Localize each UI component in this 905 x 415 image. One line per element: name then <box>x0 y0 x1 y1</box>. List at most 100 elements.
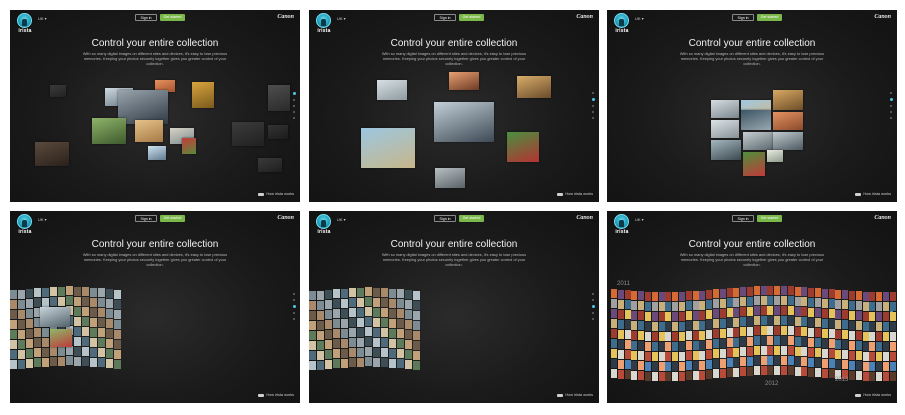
photo-tile <box>309 321 316 331</box>
region-selector[interactable]: UK▾ <box>635 16 644 21</box>
photo-tile <box>638 351 645 361</box>
photo-tile <box>855 321 862 331</box>
section-nav-dot[interactable] <box>592 318 594 320</box>
section-nav-dot[interactable] <box>293 105 295 107</box>
section-nav-dot[interactable] <box>591 98 595 101</box>
photo-tile <box>699 370 706 380</box>
irista-logo[interactable]: irista <box>15 214 35 238</box>
photo-tile <box>753 366 760 376</box>
brand-logo[interactable]: Canon <box>277 215 294 221</box>
section-nav-dot[interactable] <box>890 117 892 119</box>
section-nav-dot[interactable] <box>292 92 296 95</box>
section-nav-dot[interactable] <box>292 305 296 308</box>
sign-in-button[interactable]: Sign in <box>732 14 754 21</box>
region-selector[interactable]: UK▾ <box>337 217 346 222</box>
photo-thumbnail <box>148 146 166 160</box>
section-nav-dot[interactable] <box>293 293 295 295</box>
photo-tile <box>624 350 631 360</box>
photo-tile <box>713 339 719 349</box>
photo-tile <box>849 340 855 350</box>
how-it-works-link[interactable]: How irista works <box>855 393 891 397</box>
sign-in-button[interactable]: Sign in <box>135 215 157 222</box>
photo-tile <box>357 337 364 347</box>
section-nav-dot[interactable] <box>592 111 594 113</box>
photo-tile <box>50 297 57 307</box>
sign-in-button[interactable]: Sign in <box>135 14 157 21</box>
section-nav-dot[interactable] <box>592 117 594 119</box>
photo-tile <box>672 291 679 301</box>
video-camera-icon <box>855 192 862 196</box>
photo-tile <box>685 371 692 381</box>
section-nav-dot[interactable] <box>890 105 892 107</box>
section-nav-dot[interactable] <box>293 99 295 101</box>
region-selector[interactable]: UK▾ <box>337 16 346 21</box>
hero-body-text: With so many digital images on different… <box>679 51 825 66</box>
photo-tile <box>835 339 842 349</box>
photo-tile <box>333 319 340 329</box>
photo-tile <box>18 349 25 359</box>
get-started-button[interactable]: Get started <box>459 215 484 222</box>
section-nav-dot[interactable] <box>592 312 594 314</box>
section-nav-dot[interactable] <box>293 117 295 119</box>
how-it-works-link[interactable]: How irista works <box>557 192 593 196</box>
section-nav-dot[interactable] <box>889 98 893 101</box>
section-nav-dot[interactable] <box>591 305 595 308</box>
photo-tile <box>726 288 733 298</box>
sign-in-button[interactable]: Sign in <box>434 215 456 222</box>
section-nav-dot[interactable] <box>293 318 295 320</box>
how-it-works-link[interactable]: How irista works <box>258 393 294 397</box>
brand-logo[interactable]: Canon <box>576 14 593 20</box>
photo-tile <box>66 286 73 295</box>
region-selector[interactable]: UK▾ <box>635 217 644 222</box>
section-nav-dot[interactable] <box>592 92 594 94</box>
section-nav-dot[interactable] <box>293 111 295 113</box>
irista-logo[interactable]: irista <box>314 13 334 37</box>
photo-tile <box>801 287 808 297</box>
photo-tile <box>651 291 658 301</box>
brand-logo[interactable]: Canon <box>277 14 294 20</box>
irista-logo[interactable]: irista <box>314 214 334 238</box>
get-started-button[interactable]: Get started <box>160 14 185 21</box>
brand-logo[interactable]: Canon <box>576 215 593 221</box>
screen-panel-5: irista UK▾ Sign in Get started Canon Con… <box>309 211 599 403</box>
section-nav-dot[interactable] <box>592 105 594 107</box>
photo-thumbnail <box>268 85 290 111</box>
section-nav-dot[interactable] <box>592 299 594 301</box>
get-started-button[interactable]: Get started <box>160 215 185 222</box>
irista-logo[interactable]: irista <box>612 214 632 238</box>
photo-tile <box>760 296 767 306</box>
how-it-works-link[interactable]: How irista works <box>258 192 294 196</box>
photo-thumbnail <box>232 122 264 146</box>
brand-logo[interactable]: Canon <box>874 14 891 20</box>
section-nav-dot[interactable] <box>592 293 594 295</box>
photo-tile <box>373 317 380 327</box>
photo-tile <box>747 326 753 336</box>
photo-tile <box>815 358 821 368</box>
section-nav-dot[interactable] <box>293 312 295 314</box>
photo-tile <box>365 287 372 296</box>
video-camera-icon <box>557 393 564 397</box>
photo-tile <box>617 339 624 349</box>
photo-tile <box>317 320 324 330</box>
photo-tile <box>18 299 25 309</box>
how-it-works-link[interactable]: How irista works <box>557 393 593 397</box>
irista-logo[interactable]: irista <box>15 13 35 37</box>
logo-text: irista <box>615 28 629 34</box>
get-started-button[interactable]: Get started <box>459 14 484 21</box>
photo-tile <box>787 336 794 346</box>
sign-in-button[interactable]: Sign in <box>434 14 456 21</box>
sign-in-button[interactable]: Sign in <box>732 215 754 222</box>
section-nav-dot[interactable] <box>890 92 892 94</box>
get-started-button[interactable]: Get started <box>757 215 782 222</box>
get-started-button[interactable]: Get started <box>757 14 782 21</box>
section-nav-dot[interactable] <box>293 299 295 301</box>
section-nav-dot[interactable] <box>890 111 892 113</box>
region-selector[interactable]: UK▾ <box>38 217 47 222</box>
photo-tile <box>808 317 815 327</box>
how-it-works-link[interactable]: How irista works <box>855 192 891 196</box>
region-selector[interactable]: UK▾ <box>38 16 47 21</box>
photo-tile <box>699 340 706 350</box>
irista-logo[interactable]: irista <box>612 13 632 37</box>
brand-logo[interactable]: Canon <box>874 215 891 221</box>
photo-tile <box>18 319 25 329</box>
